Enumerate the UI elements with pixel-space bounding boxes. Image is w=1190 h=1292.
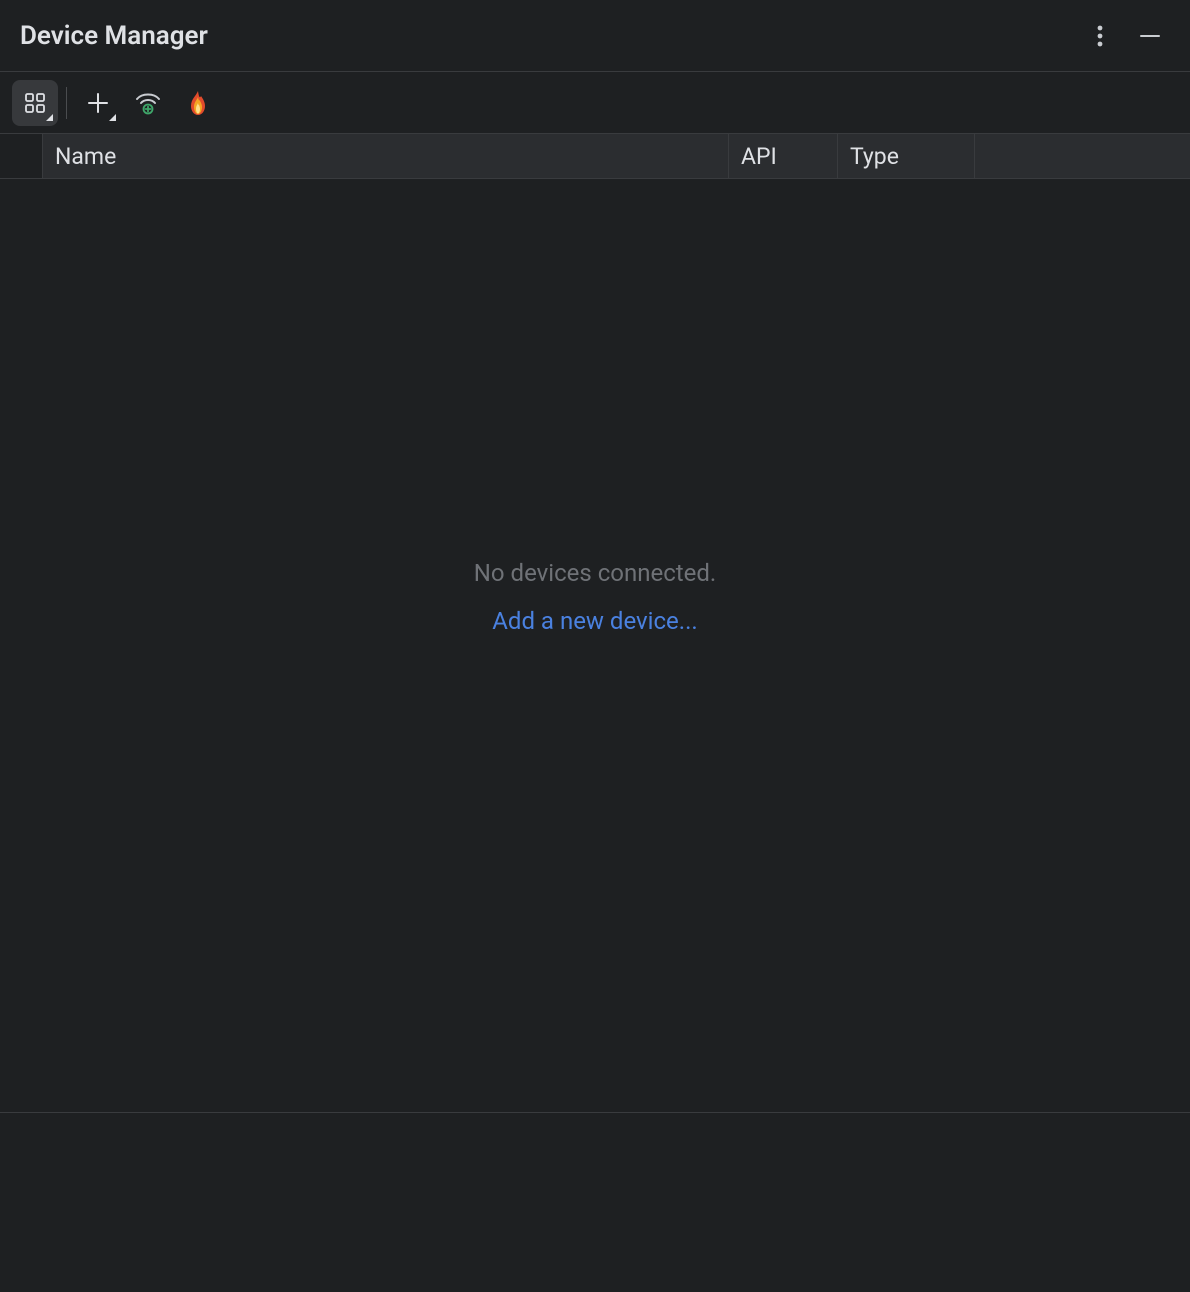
header-actions xyxy=(1080,16,1170,56)
dropdown-corner-icon xyxy=(109,114,116,121)
panel-title: Device Manager xyxy=(20,21,208,51)
plus-icon xyxy=(86,91,110,115)
firebase-button[interactable] xyxy=(175,80,221,126)
table-header-type[interactable]: Type xyxy=(838,134,975,178)
table-header-api[interactable]: API xyxy=(729,134,838,178)
device-layout-button[interactable] xyxy=(12,80,58,126)
layout-grid-icon xyxy=(23,91,47,115)
add-device-button[interactable] xyxy=(75,80,121,126)
table-header-name[interactable]: Name xyxy=(43,134,729,178)
table-header-row: Name API Type xyxy=(0,134,1190,179)
pair-wifi-button[interactable] xyxy=(125,80,171,126)
panel-footer xyxy=(0,1113,1190,1292)
empty-state-message: No devices connected. xyxy=(474,559,716,587)
more-options-button[interactable] xyxy=(1080,16,1120,56)
dropdown-corner-icon xyxy=(46,114,53,121)
add-device-link[interactable]: Add a new device... xyxy=(492,607,698,635)
wifi-add-icon xyxy=(134,89,162,117)
table-header-checkbox xyxy=(0,134,43,178)
minimize-icon xyxy=(1139,25,1161,47)
device-table-body: No devices connected. Add a new device..… xyxy=(0,179,1190,1113)
toolbar xyxy=(0,72,1190,134)
more-vertical-icon xyxy=(1097,24,1103,48)
flame-icon xyxy=(186,90,210,116)
toolbar-separator xyxy=(66,87,67,119)
table-header-actions xyxy=(975,134,1190,178)
minimize-button[interactable] xyxy=(1130,16,1170,56)
panel-header: Device Manager xyxy=(0,0,1190,72)
